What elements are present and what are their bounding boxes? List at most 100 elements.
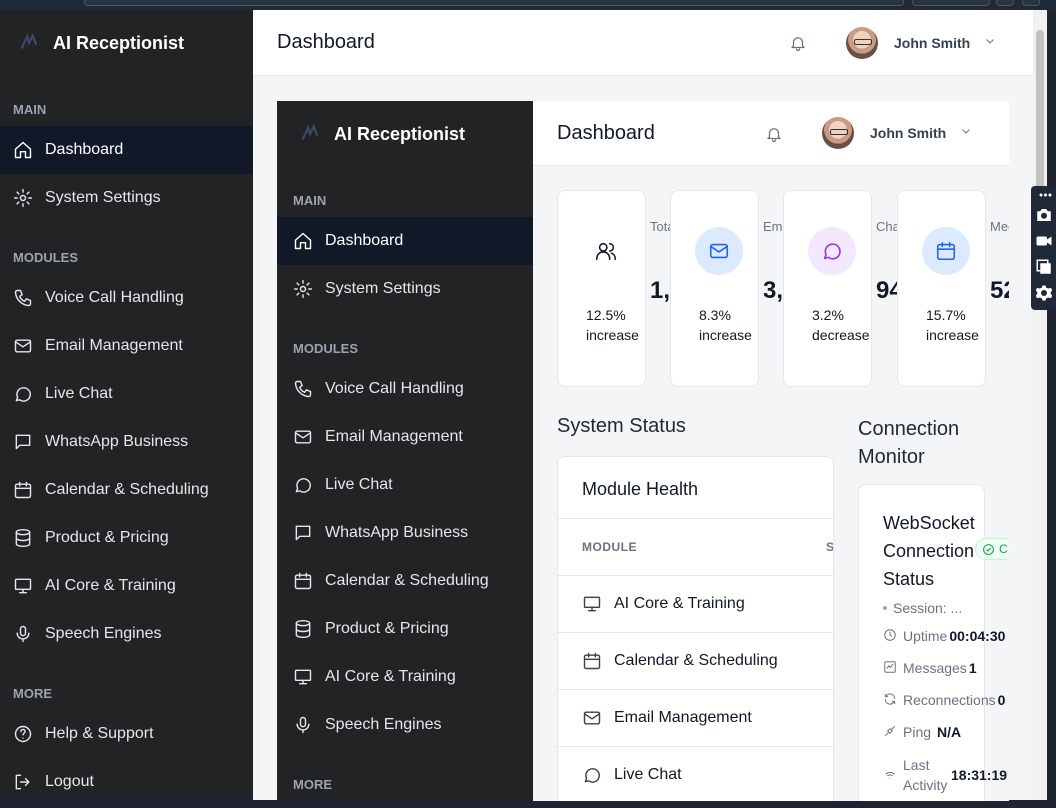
sidebar-item-whatsapp-business[interactable]: WhatsApp Business [277, 509, 533, 557]
browser-toolbar [0, 0, 1056, 10]
settings-icon[interactable] [1034, 282, 1054, 304]
table-row[interactable]: Calendar & Scheduling [558, 633, 833, 690]
stats-row: Total Calls Handled 1, 12.5% increase Em… [557, 190, 1009, 390]
more-icon[interactable] [1034, 190, 1054, 200]
camera-icon[interactable] [1034, 204, 1054, 226]
sidebar-item-label: Email Management [45, 337, 183, 354]
module-health-panel: Module Health MODULE S AI Core & Trainin… [557, 456, 834, 801]
page-title: Dashboard [557, 121, 655, 144]
chat-bubble-icon [293, 475, 313, 495]
help-circle-icon [13, 724, 33, 744]
sidebar-item-dashboard[interactable]: Dashboard [277, 217, 533, 265]
sidebar-item-dashboard[interactable]: Dashboard [0, 126, 253, 174]
column-header-status: S [826, 540, 834, 554]
inner-sidebar: AI Receptionist MAIN Dashboard System Se… [277, 101, 533, 801]
sidebar-item-system-settings[interactable]: System Settings [277, 265, 533, 313]
sidebar-item-voice-call-handling[interactable]: Voice Call Handling [277, 365, 533, 413]
mail-icon [582, 708, 602, 728]
stat-change: 15.7% increase [926, 307, 979, 343]
module-name: Email Management [614, 709, 752, 726]
stat-card-chats[interactable]: Chats Completed 94 3.2% decrease [783, 190, 900, 387]
sidebar-item-label: Product & Pricing [45, 529, 169, 546]
chat-bubble-icon [13, 384, 33, 404]
table-row[interactable]: AI Core & Training [558, 576, 833, 633]
stat-card-meetings[interactable]: Meetings Scheduled 52 15.7% increase [897, 190, 1009, 387]
section-label-main: MAIN [13, 102, 47, 117]
calendar-icon [13, 480, 33, 500]
scrollbar[interactable] [1033, 10, 1047, 800]
capture-toolbar [1031, 186, 1056, 310]
sidebar-item-product-pricing[interactable]: Product & Pricing [277, 605, 533, 653]
browser-button[interactable] [912, 0, 990, 6]
stat-card-calls[interactable]: Total Calls Handled 1, 12.5% increase [557, 190, 674, 387]
phone-icon [13, 288, 33, 308]
user-name: John Smith [894, 35, 971, 51]
calendar-icon [293, 571, 313, 591]
sidebar-item-label: Logout [45, 773, 94, 790]
section-label-more: MORE [293, 777, 332, 792]
sidebar-item-live-chat[interactable]: Live Chat [0, 370, 253, 418]
brand[interactable]: AI Receptionist [0, 10, 253, 76]
sidebar-item-label: Dashboard [325, 232, 404, 249]
connection-status-badge: C [975, 538, 1009, 560]
mail-icon [695, 227, 743, 275]
sidebar-item-ai-core-training[interactable]: AI Core & Training [277, 653, 533, 701]
stat-value: 52 [990, 277, 1009, 304]
gear-icon [13, 188, 33, 208]
refresh-icon [883, 692, 899, 708]
module-name: Calendar & Scheduling [614, 652, 778, 669]
logo-icon [301, 123, 319, 140]
table-row[interactable]: Email Management [558, 690, 833, 747]
sidebar-item-speech-engines[interactable]: Speech Engines [0, 610, 253, 658]
browser-button[interactable] [996, 0, 1014, 6]
stat-card-emails[interactable]: Emails Processed 3, 8.3% increase [670, 190, 787, 387]
calendar-icon [582, 651, 602, 671]
sidebar-item-label: Voice Call Handling [325, 380, 464, 397]
sidebar-item-live-chat[interactable]: Live Chat [277, 461, 533, 509]
video-icon[interactable] [1034, 230, 1054, 252]
sidebar-item-whatsapp-business[interactable]: WhatsApp Business [0, 418, 253, 466]
table-row[interactable]: Live Chat [558, 747, 833, 801]
bullet-icon [883, 606, 887, 610]
bell-icon[interactable] [789, 34, 807, 52]
sidebar-item-logout[interactable]: Logout [0, 758, 253, 796]
logo-icon [20, 32, 38, 49]
section-label-modules: MODULES [293, 341, 358, 356]
ping-value: N/A [937, 724, 962, 740]
plug-icon [883, 724, 899, 740]
badge-text: C [999, 542, 1008, 556]
sidebar-item-voice-call-handling[interactable]: Voice Call Handling [0, 274, 253, 322]
sidebar-item-calendar-scheduling[interactable]: Calendar & Scheduling [0, 466, 253, 514]
sidebar-item-calendar-scheduling[interactable]: Calendar & Scheduling [277, 557, 533, 605]
address-bar[interactable] [84, 0, 904, 6]
sidebar-item-label: WhatsApp Business [325, 524, 469, 541]
uptime-row: Uptime 00:04:30 [883, 628, 1005, 644]
sidebar-item-label: AI Core & Training [45, 577, 176, 594]
sidebar-item-system-settings[interactable]: System Settings [0, 174, 253, 222]
bell-icon[interactable] [765, 125, 783, 143]
calendar-icon [922, 227, 970, 275]
copy-icon[interactable] [1034, 256, 1054, 278]
user-menu[interactable]: John Smith [822, 117, 972, 149]
inner-brand[interactable]: AI Receptionist [277, 101, 533, 167]
home-icon [13, 140, 33, 160]
sidebar-item-ai-core-training[interactable]: AI Core & Training [0, 562, 253, 610]
sidebar-item-speech-engines[interactable]: Speech Engines [277, 701, 533, 749]
sidebar-item-label: Email Management [325, 428, 463, 445]
sidebar-item-label: Calendar & Scheduling [325, 572, 489, 589]
user-menu[interactable]: John Smith [846, 27, 996, 59]
scrollbar-thumb[interactable] [1036, 30, 1044, 190]
session-row: Session: ... [883, 600, 962, 616]
browser-button[interactable] [1022, 0, 1040, 6]
sidebar-item-product-pricing[interactable]: Product & Pricing [0, 514, 253, 562]
sidebar-item-help-support[interactable]: Help & Support [0, 710, 253, 758]
sidebar-item-email-management[interactable]: Email Management [0, 322, 253, 370]
monitor-icon [13, 576, 33, 596]
messages-label: Messages [903, 660, 967, 676]
monitor-icon [582, 594, 602, 614]
section-label-more: MORE [13, 686, 52, 701]
logout-icon [13, 772, 33, 792]
sidebar-item-email-management[interactable]: Email Management [277, 413, 533, 461]
embedded-dashboard-preview: AI Receptionist MAIN Dashboard System Se… [277, 101, 1009, 801]
sidebar-item-label: Speech Engines [325, 716, 442, 733]
